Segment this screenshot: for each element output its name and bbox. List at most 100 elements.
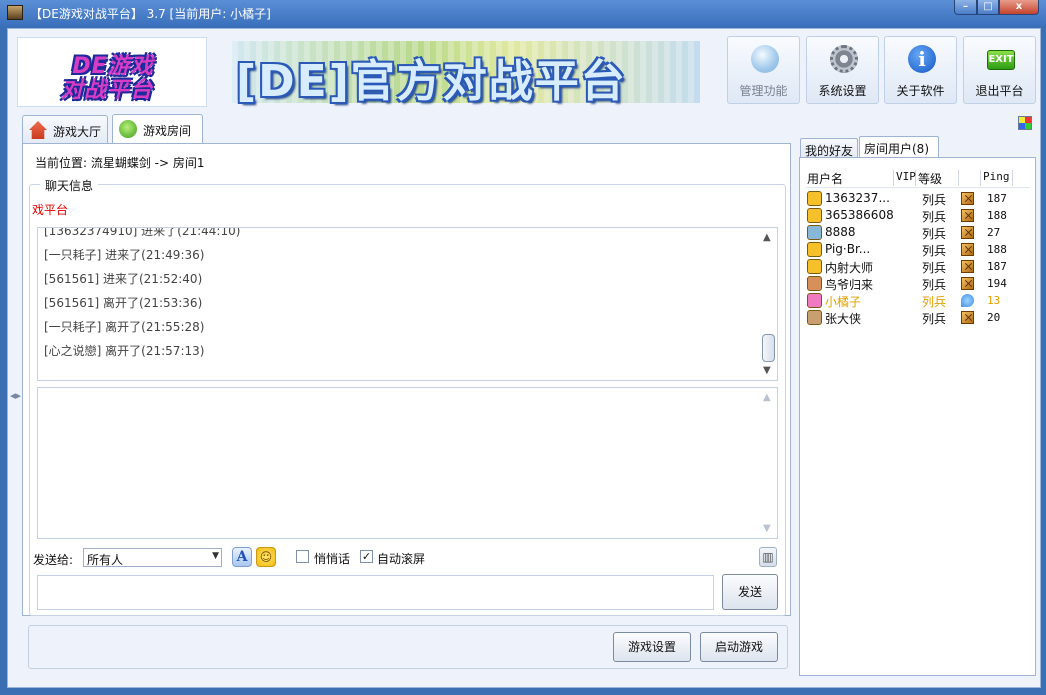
title-bar: 【DE游戏对战平台】 3.7 [当前用户: 小橘子] – □ x <box>0 0 1046 26</box>
logo-line-2: 对战平台 <box>60 78 153 103</box>
user-ping: 194 <box>987 277 1007 290</box>
splitter-handle-icon[interactable]: ◂▸ <box>10 389 21 402</box>
user-row[interactable]: 张大侠 列兵 20 <box>806 309 1030 326</box>
window-title: 【DE游戏对战平台】 3.7 [当前用户: 小橘子] <box>30 7 271 21</box>
logo: DE游戏 对战平台 <box>17 37 207 107</box>
col-ping[interactable]: Ping <box>983 170 1013 186</box>
compose-scrollbar[interactable]: ▲ ▼ <box>760 388 777 538</box>
user-name: 鸟爷归来 <box>825 278 874 292</box>
user-row[interactable]: 365386608 列兵 188 <box>806 207 1030 224</box>
gear-icon <box>830 45 858 73</box>
launch-game-button[interactable]: 启动游戏 <box>700 632 778 662</box>
user-name: 365386608 <box>825 208 894 222</box>
close-button[interactable]: x <box>999 0 1039 15</box>
avatar-icon <box>807 225 822 240</box>
col-username[interactable]: 用户名 <box>807 170 894 186</box>
scroll-down-icon[interactable]: ▼ <box>763 523 771 534</box>
chat-message: [13632374910] 进来了(21:44:10) <box>44 227 241 238</box>
user-row[interactable]: 小橘子 列兵 13 <box>806 292 1030 309</box>
skin-palette-icon[interactable] <box>1018 116 1032 130</box>
autoscroll-label: 自动滚屏 <box>377 552 426 566</box>
message-input[interactable] <box>37 575 714 610</box>
avatar-icon <box>807 208 822 223</box>
user-list-header: 用户名 VIP 等级 Ping <box>806 168 1030 188</box>
chat-message: [一只耗子] 进来了(21:49:36) <box>44 248 205 262</box>
emoji-button[interactable]: ☺ <box>256 547 276 567</box>
user-name: 1363237... <box>825 191 890 205</box>
exit-button[interactable]: EXIT 退出平台 <box>963 36 1036 104</box>
in-game-status-icon <box>961 277 974 290</box>
maximize-button[interactable]: □ <box>977 0 999 15</box>
user-row[interactable]: Pig·Br... 列兵 188 <box>806 241 1030 258</box>
whisper-checkbox[interactable] <box>296 550 309 563</box>
chat-message: [561561] 离开了(21:53:36) <box>44 296 203 310</box>
user-rank: 列兵 <box>922 278 947 292</box>
tab-room-users[interactable]: 房间用户(8) <box>859 136 939 158</box>
user-rank: 列兵 <box>922 210 947 224</box>
system-settings-label: 系统设置 <box>818 84 867 98</box>
user-ping: 13 <box>987 294 1001 307</box>
chat-messages[interactable]: [13632374910] 进来了(21:44:10) [一只耗子] 进来了(21… <box>37 227 778 381</box>
user-name: 8888 <box>825 225 856 239</box>
chevron-down-icon[interactable]: ▼ <box>212 551 219 561</box>
scroll-down-icon[interactable]: ▼ <box>763 365 771 376</box>
message-list: [13632374910] 进来了(21:44:10) [一只耗子] 进来了(21… <box>44 227 241 363</box>
user-rank: 列兵 <box>922 295 947 309</box>
chat-message: [心之说戀] 离开了(21:57:13) <box>44 344 205 358</box>
user-row[interactable]: 1363237... 列兵 187 <box>806 190 1030 207</box>
tab-lobby-label: 游戏大厅 <box>53 125 102 139</box>
user-row[interactable]: 8888 列兵 27 <box>806 224 1030 241</box>
marquee-text: 戏平台 <box>32 203 69 217</box>
avatar-icon <box>807 191 822 206</box>
send-to-select[interactable]: 所有人 ▼ <box>83 548 222 567</box>
in-game-status-icon <box>961 311 974 324</box>
user-rank: 列兵 <box>922 227 947 241</box>
tab-lobby[interactable]: 游戏大厅 <box>22 115 108 143</box>
send-to-label: 发送给: <box>33 553 74 567</box>
tab-friends[interactable]: 我的好友 <box>800 138 858 158</box>
col-status[interactable] <box>961 170 981 186</box>
user-name: 内射大师 <box>825 261 874 275</box>
avatar-icon <box>807 293 822 308</box>
scroll-thumb[interactable] <box>762 334 775 362</box>
main-window: DE游戏 对战平台 [DE]官方对战平台 管理功能 系统设置 i 关于软件 EX… <box>7 28 1041 688</box>
chat-message: [一只耗子] 离开了(21:55:28) <box>44 320 205 334</box>
current-location: 当前位置: 流星蝴蝶剑 -> 房间1 <box>35 156 205 170</box>
game-settings-button[interactable]: 游戏设置 <box>613 632 691 662</box>
compose-area[interactable]: ▲ ▼ <box>37 387 778 539</box>
chat-status-icon <box>961 294 974 307</box>
autoscroll-checkbox[interactable]: ✓ <box>360 550 373 563</box>
user-ping: 20 <box>987 311 1001 324</box>
manage-button[interactable]: 管理功能 <box>727 36 800 104</box>
room-panel: 当前位置: 流星蝴蝶剑 -> 房间1 聊天信息 戏平台 [13632374910… <box>22 143 791 616</box>
font-button[interactable]: A <box>232 547 252 567</box>
banner-text: [DE]官方对战平台 <box>236 56 627 107</box>
scroll-up-icon[interactable]: ▲ <box>763 232 771 243</box>
system-settings-button[interactable]: 系统设置 <box>806 36 879 104</box>
col-vip[interactable]: VIP <box>896 170 916 186</box>
send-to-value: 所有人 <box>87 553 124 567</box>
user-row[interactable]: 内射大师 列兵 187 <box>806 258 1030 275</box>
send-button[interactable]: 发送 <box>722 574 778 610</box>
info-icon: i <box>908 45 936 73</box>
tab-room[interactable]: 游戏房间 <box>112 114 203 144</box>
user-ping: 187 <box>987 192 1007 205</box>
about-button[interactable]: i 关于软件 <box>884 36 957 104</box>
in-game-status-icon <box>961 209 974 222</box>
clear-icon[interactable]: ▥ <box>759 547 777 567</box>
app-icon <box>7 5 23 20</box>
about-label: 关于软件 <box>896 84 945 98</box>
scroll-up-icon[interactable]: ▲ <box>763 392 771 403</box>
col-level[interactable]: 等级 <box>918 170 959 186</box>
exit-icon: EXIT <box>987 50 1015 70</box>
minimize-button[interactable]: – <box>954 0 977 15</box>
avatar-icon <box>807 259 822 274</box>
user-rank: 列兵 <box>922 261 947 275</box>
manage-button-label: 管理功能 <box>739 84 788 98</box>
chat-scrollbar[interactable]: ▲ ▼ <box>760 228 777 380</box>
user-row[interactable]: 鸟爷归来 列兵 194 <box>806 275 1030 292</box>
avatar-icon <box>807 310 822 325</box>
user-ping: 188 <box>987 209 1007 222</box>
house-icon <box>29 121 47 139</box>
bottom-bar: 游戏设置 启动游戏 <box>28 625 788 669</box>
